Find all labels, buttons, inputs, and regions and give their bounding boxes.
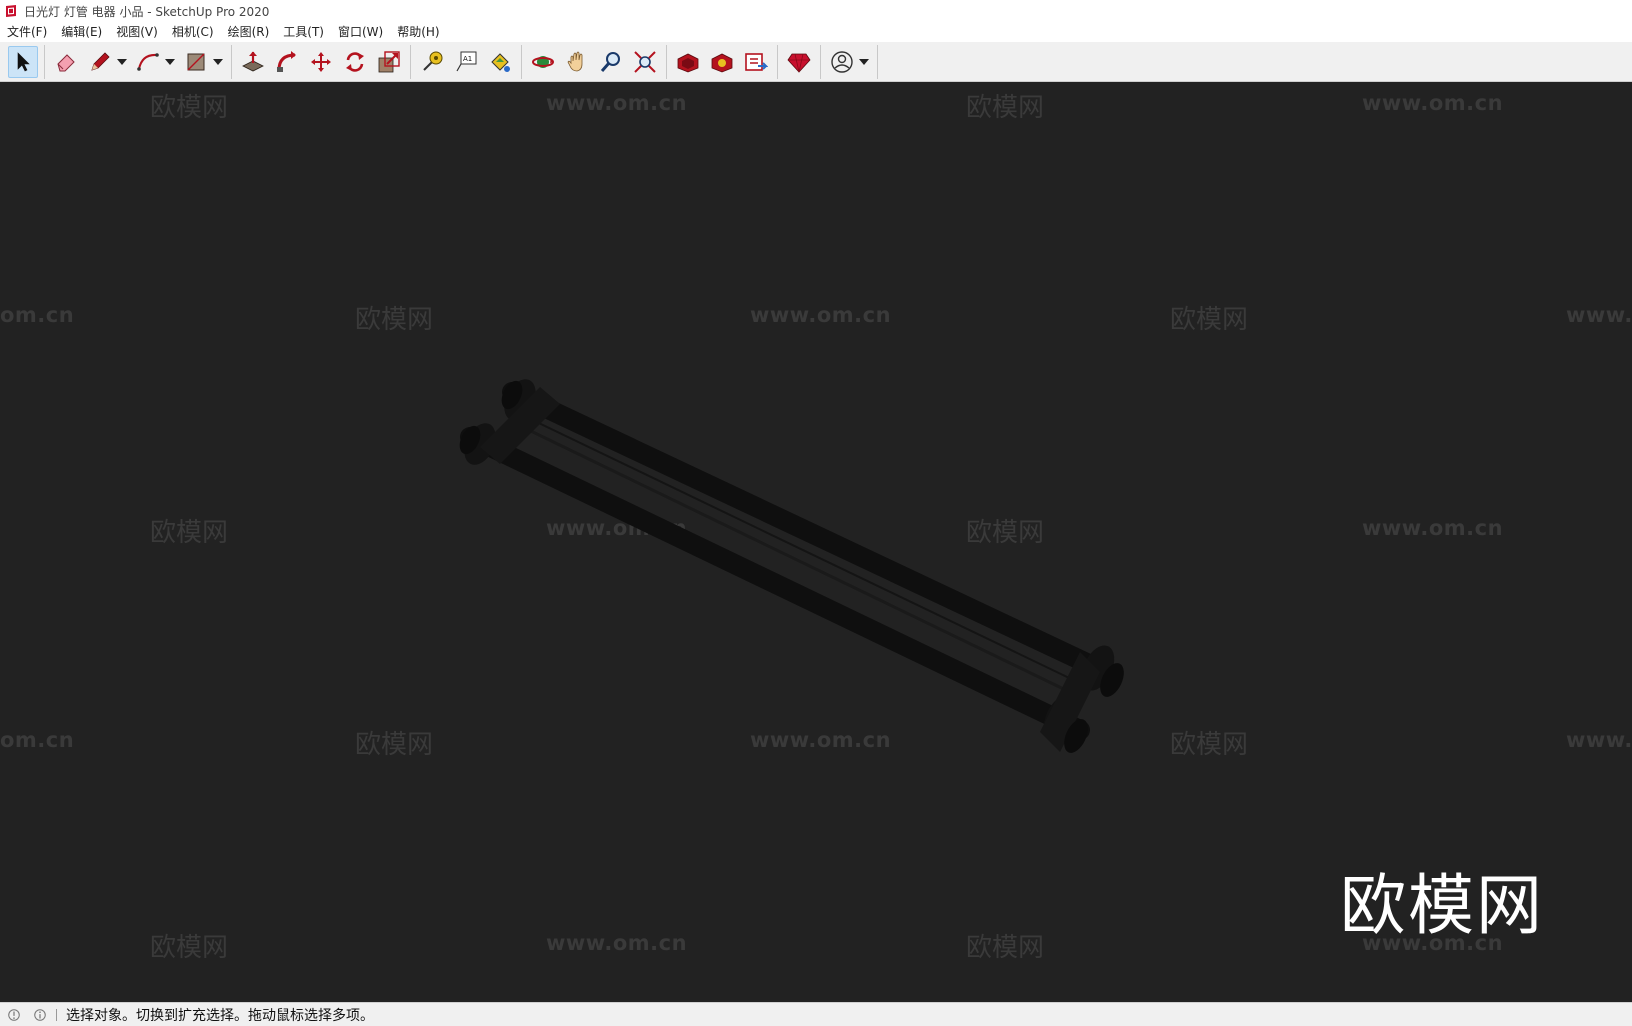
layout-send-icon	[745, 52, 768, 71]
zoom-tool-button[interactable]	[596, 46, 626, 78]
window-title: 日光灯 灯管 电器 小品 - SketchUp Pro 2020	[24, 4, 270, 19]
rectangle-shape-icon	[187, 53, 205, 70]
paint-bucket-icon	[491, 52, 510, 72]
watermark-brand-large: 欧模网	[1340, 867, 1544, 944]
tape-measure-icon	[423, 51, 443, 71]
pan-hand-icon	[567, 51, 583, 71]
toolbar-group-edit	[232, 44, 411, 79]
toolbar-group-extensions	[778, 44, 821, 79]
arc-icon	[137, 52, 159, 71]
line-tool-button[interactable]	[85, 46, 115, 78]
eraser-icon	[57, 53, 75, 71]
chevron-down-icon	[165, 58, 175, 65]
extension-manager-button[interactable]	[784, 46, 814, 78]
model-viewport[interactable]: 欧模网 www.om.cn 欧模网 www.om.cn om.cn 欧模网 ww…	[0, 82, 1632, 1002]
account-dropdown[interactable]	[859, 46, 869, 78]
app-window: 日光灯 灯管 电器 小品 - SketchUp Pro 2020 文件(F) 编…	[0, 0, 1632, 1026]
chevron-down-icon	[213, 58, 223, 65]
pan-tool-button[interactable]	[562, 46, 592, 78]
menu-tools[interactable]: 工具(T)	[276, 22, 331, 42]
status-bar: 选择对象。切换到扩充选择。拖动鼠标选择多项。	[0, 1002, 1632, 1026]
zoom-icon	[600, 51, 620, 72]
text-tool-button[interactable]: A1	[451, 46, 481, 78]
select-tool-button[interactable]	[8, 45, 38, 78]
zoom-extents-tool-button[interactable]	[630, 46, 660, 78]
extension-warehouse-button[interactable]	[707, 46, 737, 78]
zoom-extents-icon	[634, 50, 656, 73]
extension-warehouse-icon	[711, 53, 733, 72]
eraser-tool-button[interactable]	[51, 46, 81, 78]
menu-camera[interactable]: 相机(C)	[165, 22, 221, 42]
toolbar-group-account	[821, 44, 878, 79]
tape-measure-tool-button[interactable]	[417, 46, 447, 78]
move-tool-button[interactable]	[306, 46, 336, 78]
arc-tool-button[interactable]	[133, 46, 163, 78]
text-label-icon: A1	[456, 51, 477, 71]
geo-location-icon[interactable]	[6, 1007, 22, 1023]
menu-file[interactable]: 文件(F)	[0, 22, 54, 42]
scale-icon	[378, 50, 400, 72]
push-pull-tool-button[interactable]	[238, 46, 268, 78]
move-icon	[311, 51, 331, 72]
toolbar-group-select	[0, 44, 45, 79]
sketchup-logo-icon	[6, 5, 16, 17]
shape-tool-button[interactable]	[181, 46, 211, 78]
menu-bar: 文件(F) 编辑(E) 视图(V) 相机(C) 绘图(R) 工具(T) 窗口(W…	[0, 22, 1632, 42]
tube-fixture	[459, 379, 1124, 753]
push-pull-icon	[242, 51, 264, 71]
orbit-tool-button[interactable]	[528, 46, 558, 78]
svg-text:A1: A1	[463, 55, 472, 63]
rotate-tool-button[interactable]	[340, 46, 370, 78]
account-user-icon	[831, 50, 853, 73]
select-arrow-icon	[17, 51, 30, 71]
scale-tool-button[interactable]	[374, 46, 404, 78]
toolbar-group-draw	[45, 44, 232, 79]
toolbar-group-warehouse	[667, 44, 778, 79]
pencil-line-icon	[91, 51, 110, 71]
line-tool-dropdown[interactable]	[117, 46, 127, 78]
send-to-layout-button[interactable]	[741, 46, 771, 78]
3d-warehouse-icon	[677, 53, 699, 72]
menu-edit[interactable]: 编辑(E)	[54, 22, 109, 42]
chevron-down-icon	[859, 58, 869, 65]
follow-me-tool-button[interactable]	[272, 46, 302, 78]
menu-draw[interactable]: 绘图(R)	[221, 22, 277, 42]
menu-window[interactable]: 窗口(W)	[331, 22, 390, 42]
status-text: 选择对象。切换到扩充选择。拖动鼠标选择多项。	[66, 1008, 374, 1024]
rotate-icon	[346, 51, 364, 72]
3d-warehouse-button[interactable]	[673, 46, 703, 78]
toolbar-group-camera	[522, 44, 667, 79]
title-bar: 日光灯 灯管 电器 小品 - SketchUp Pro 2020	[0, 0, 1632, 22]
info-icon[interactable]	[32, 1007, 48, 1023]
menu-view[interactable]: 视图(V)	[109, 22, 165, 42]
chevron-down-icon	[117, 58, 127, 65]
orbit-icon	[532, 55, 554, 68]
arc-tool-dropdown[interactable]	[165, 46, 175, 78]
follow-me-icon	[277, 50, 296, 72]
account-button[interactable]	[827, 46, 857, 78]
menu-help[interactable]: 帮助(H)	[390, 22, 446, 42]
status-divider	[56, 1009, 57, 1021]
toolbar-group-construct: A1	[411, 44, 522, 79]
paint-bucket-tool-button[interactable]	[485, 46, 515, 78]
extension-manager-ruby-icon	[787, 53, 811, 73]
main-toolbar: A1	[0, 42, 1632, 82]
shape-tool-dropdown[interactable]	[213, 46, 223, 78]
